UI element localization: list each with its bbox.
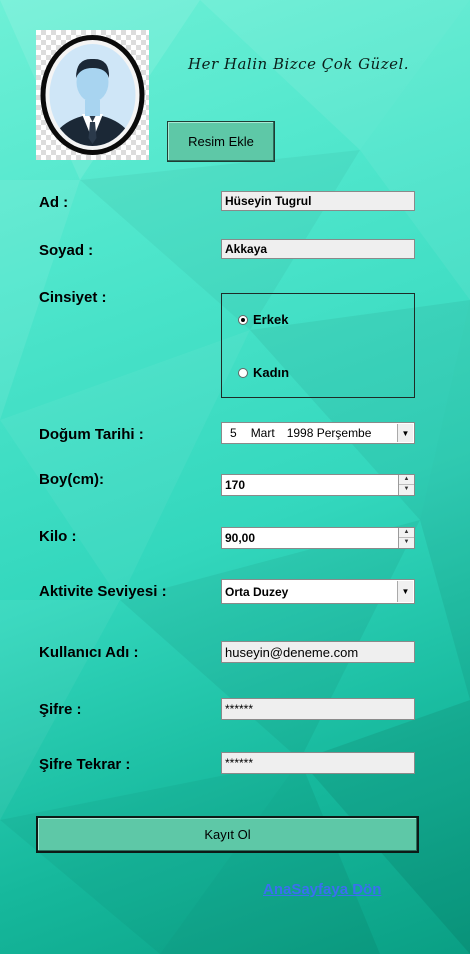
activity-label: Aktivite Seviyesi :	[39, 583, 167, 600]
last-name-input[interactable]: Akkaya	[221, 239, 415, 259]
first-name-label: Ad :	[39, 194, 69, 211]
add-picture-button[interactable]: Resim Ekle	[167, 121, 275, 162]
password-repeat-input[interactable]: ******	[221, 752, 415, 774]
weight-value: 90,00	[225, 531, 256, 545]
birthdate-picker[interactable]: 5 Mart 1998 Perşembe ▼	[221, 422, 415, 444]
back-to-home-link[interactable]: AnaSayfaya Dön	[263, 881, 381, 898]
spin-down-icon[interactable]: ▼	[399, 538, 414, 548]
gender-radio-group: Erkek Kadın	[221, 293, 415, 398]
register-button[interactable]: Kayıt Ol	[36, 816, 419, 853]
height-value: 170	[225, 478, 246, 492]
radio-checked-icon	[238, 314, 248, 325]
spin-up-icon[interactable]: ▲	[399, 528, 414, 538]
chevron-down-icon[interactable]: ▼	[397, 581, 413, 602]
birthdate-label: Doğum Tarihi :	[39, 426, 144, 443]
birthdate-day: 5	[230, 426, 237, 440]
spin-up-down-icon[interactable]: ▲ ▼	[398, 528, 414, 548]
password-value: ******	[225, 702, 254, 716]
spin-down-icon[interactable]: ▼	[399, 485, 414, 495]
password-label: Şifre :	[39, 701, 82, 718]
first-name-input[interactable]: Hüseyin Tugrul	[221, 191, 415, 211]
last-name-value: Akkaya	[225, 242, 268, 256]
slogan-text: Her Halin Bizce Çok Güzel.	[188, 55, 410, 73]
height-stepper[interactable]: 170 ▲ ▼	[221, 474, 415, 496]
chevron-down-icon[interactable]: ▼	[397, 424, 413, 442]
gender-option-male[interactable]: Erkek	[238, 312, 288, 327]
username-value: huseyin@deneme.com	[225, 644, 359, 660]
gender-label: Cinsiyet :	[39, 289, 107, 306]
activity-value: Orta Duzey	[225, 584, 289, 599]
height-label: Boy(cm):	[39, 471, 105, 488]
radio-unchecked-icon	[238, 367, 248, 378]
spin-up-icon[interactable]: ▲	[399, 475, 414, 485]
weight-label: Kilo :	[39, 528, 77, 545]
weight-stepper[interactable]: 90,00 ▲ ▼	[221, 527, 415, 549]
gender-option-male-label: Erkek	[253, 312, 289, 327]
password-repeat-value: ******	[225, 756, 254, 770]
username-label: Kullanıcı Adı :	[39, 644, 139, 661]
birthdate-year-weekday: 1998 Perşembe	[286, 426, 372, 440]
user-avatar-icon	[40, 35, 145, 155]
birthdate-month: Mart	[250, 426, 275, 440]
profile-picture	[36, 30, 149, 160]
password-input[interactable]: ******	[221, 698, 415, 720]
activity-select[interactable]: Orta Duzey ▼	[221, 579, 415, 604]
first-name-value: Hüseyin Tugrul	[225, 194, 312, 208]
gender-option-female[interactable]: Kadın	[238, 365, 289, 380]
last-name-label: Soyad :	[39, 242, 94, 259]
gender-option-female-label: Kadın	[253, 365, 290, 380]
password-repeat-label: Şifre Tekrar :	[39, 756, 131, 773]
spin-up-down-icon[interactable]: ▲ ▼	[398, 475, 414, 495]
username-input[interactable]: huseyin@deneme.com	[221, 641, 415, 663]
